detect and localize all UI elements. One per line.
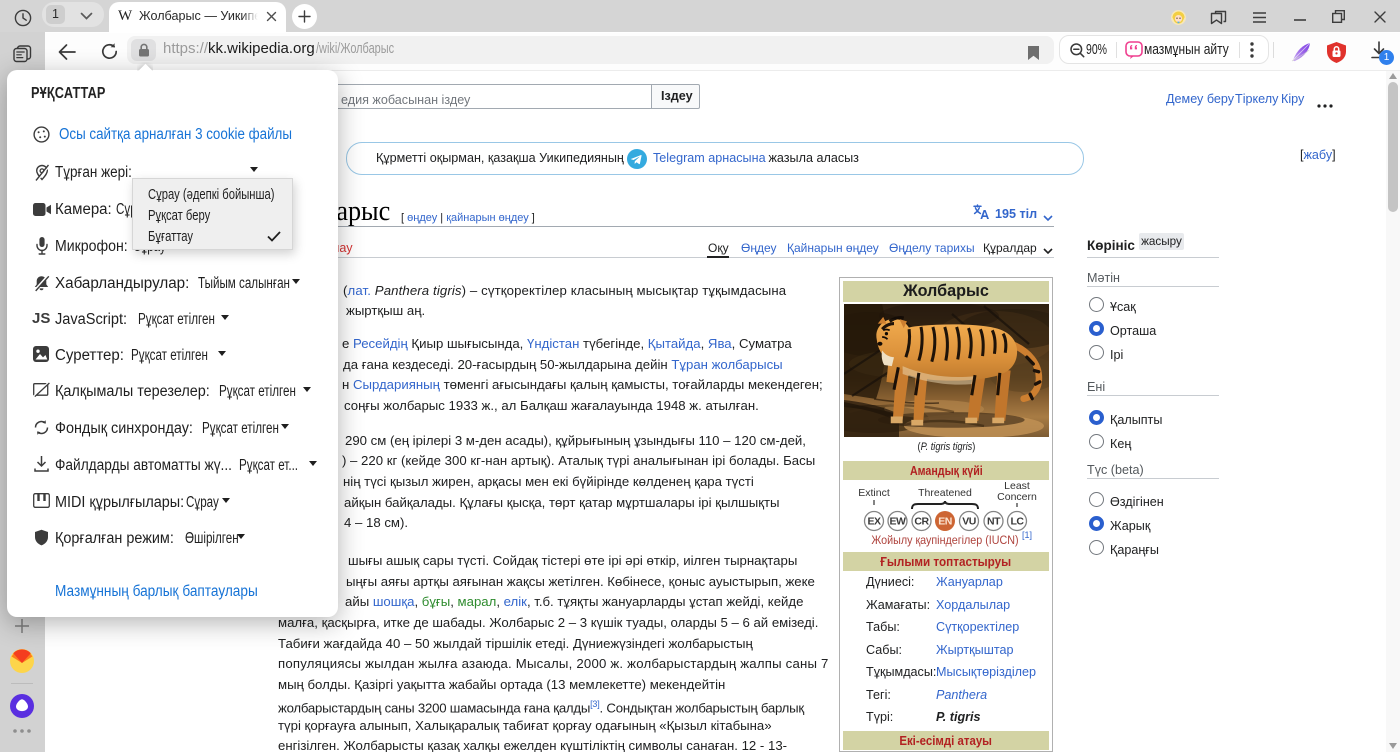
svg-text:Concern: Concern <box>997 491 1037 503</box>
svg-text:Extinct: Extinct <box>858 487 890 499</box>
svg-text:Жойылу қаупіндегілер (IUCN): Жойылу қаупіндегілер (IUCN) <box>871 534 1018 547</box>
svg-text:EX: EX <box>867 516 881 528</box>
svg-text:EN: EN <box>938 516 952 528</box>
svg-text:LC: LC <box>1011 516 1025 528</box>
svg-text:[1]: [1] <box>1022 530 1032 540</box>
svg-text:Threatened: Threatened <box>918 487 972 499</box>
svg-text:NT: NT <box>987 516 1001 528</box>
svg-text:VU: VU <box>962 516 976 528</box>
svg-text:CR: CR <box>914 516 929 528</box>
svg-text:EW: EW <box>890 516 907 528</box>
